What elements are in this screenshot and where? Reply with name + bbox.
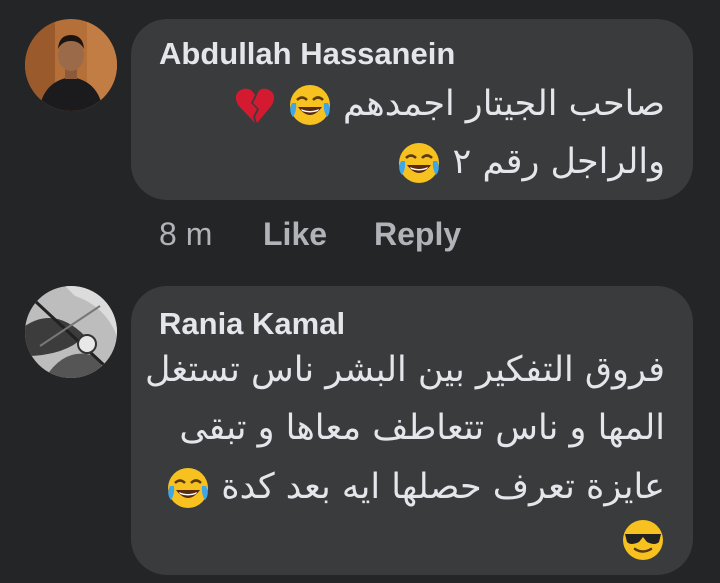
comment-text: المها و ناس تتعاطف معاها و تبقى (179, 408, 665, 448)
face-with-tears-of-joy-icon (166, 466, 210, 510)
comment-text-line (621, 518, 665, 562)
comment-timestamp[interactable]: 8 m (159, 216, 212, 253)
avatar-abdullah-hassanein[interactable] (25, 19, 117, 111)
comment-bubble: Abdullah Hassanein صاحب الجيتار اجمدهم و… (131, 19, 693, 200)
avatar-rania-kamal[interactable] (25, 286, 117, 378)
comment-text-line: عايزة تعرف حصلها ايه بعد كدة (166, 466, 665, 510)
comment-text-line: والراجل رقم ٢ (397, 141, 665, 185)
broken-heart-icon (233, 83, 277, 127)
smiling-face-with-sunglasses-icon (621, 518, 665, 562)
comment-text-line: المها و ناس تتعاطف معاها و تبقى (179, 408, 665, 448)
comment-author[interactable]: Rania Kamal (159, 306, 345, 342)
reply-button[interactable]: Reply (374, 216, 461, 253)
comment-text: والراجل رقم ٢ (452, 142, 665, 182)
comment-text: عايزة تعرف حصلها ايه بعد كدة (221, 467, 665, 507)
comment-text: فروق التفكير بين البشر ناس تستغل (144, 350, 665, 390)
comment-author[interactable]: Abdullah Hassanein (159, 36, 455, 72)
face-with-tears-of-joy-icon (288, 83, 332, 127)
comment-bubble: Rania Kamal فروق التفكير بين البشر ناس ت… (131, 286, 693, 575)
comment-text-line: فروق التفكير بين البشر ناس تستغل (145, 350, 665, 390)
face-with-tears-of-joy-icon (397, 141, 441, 185)
comment-text: صاحب الجيتار اجمدهم (342, 84, 665, 124)
like-button[interactable]: Like (263, 216, 327, 253)
comment-text-line: صاحب الجيتار اجمدهم (233, 83, 665, 127)
